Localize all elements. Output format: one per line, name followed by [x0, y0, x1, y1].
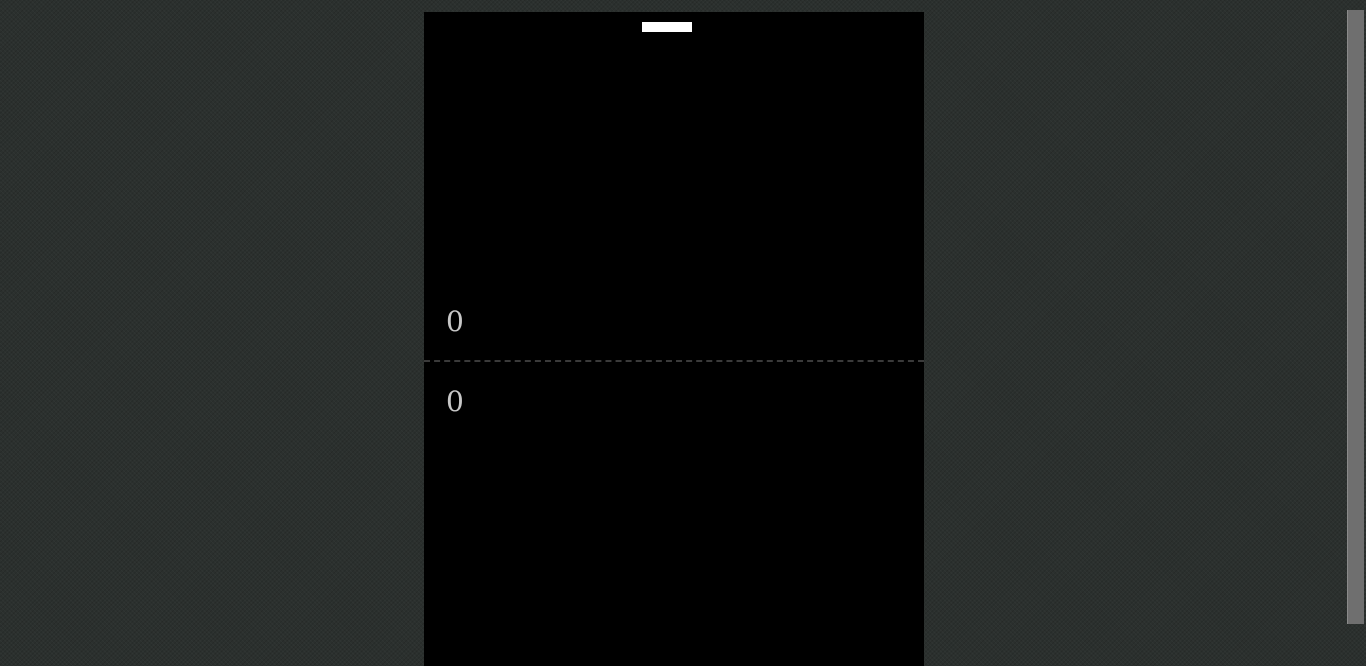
page-scrollbar[interactable]: [1344, 0, 1366, 666]
game-board[interactable]: 0 0: [424, 12, 924, 666]
opponent-score: 0: [446, 305, 464, 338]
scrollbar-thumb[interactable]: [1347, 10, 1364, 624]
opponent-paddle: [642, 22, 692, 32]
player-score: 0: [446, 385, 464, 418]
center-divider-line: [424, 360, 924, 362]
